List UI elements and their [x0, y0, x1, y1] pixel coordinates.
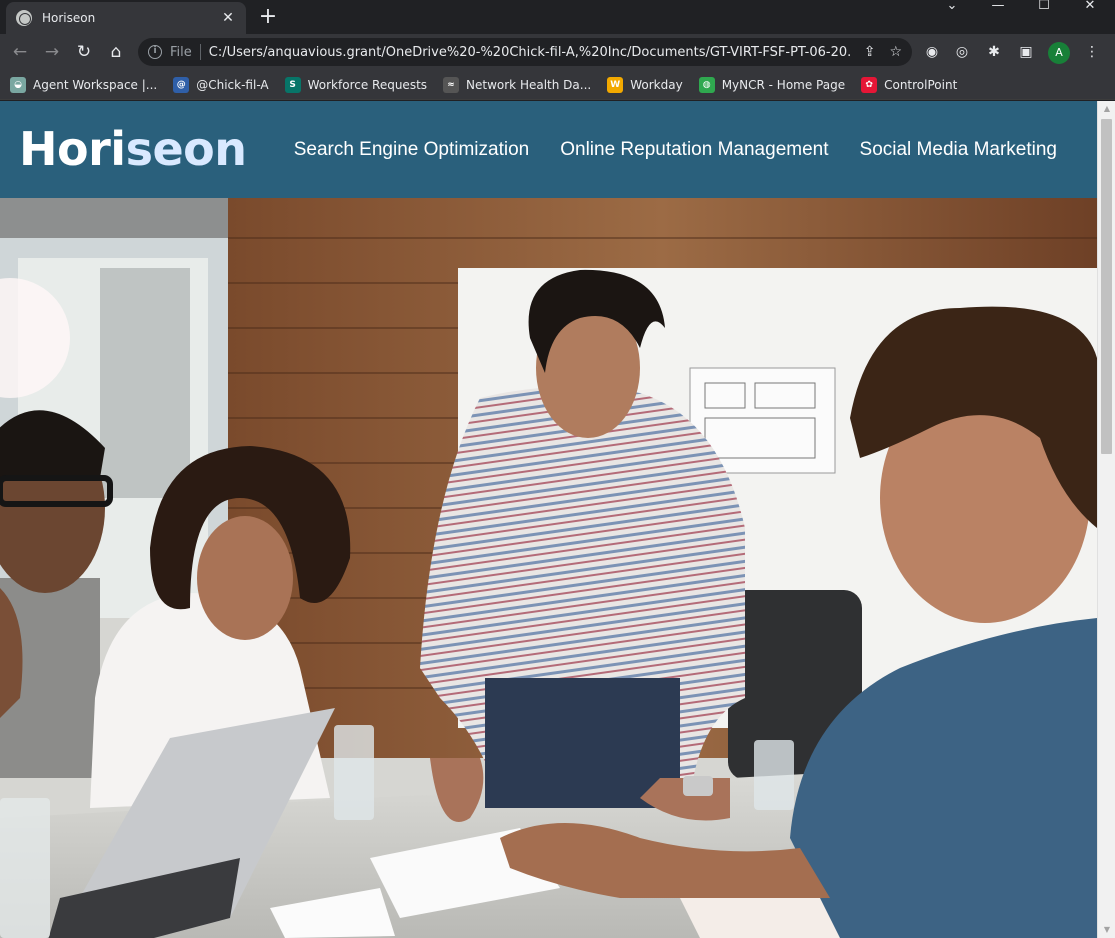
- extensions-puzzle-icon[interactable]: ✱: [984, 42, 1004, 62]
- scroll-down-icon[interactable]: ▼: [1098, 922, 1115, 938]
- bookmark-label: Workday: [630, 77, 683, 92]
- browser-toolbar: ← → ↻ ⌂ i File C:/Users/anquavious.grant…: [0, 34, 1115, 70]
- bookmark-star-icon[interactable]: ☆: [889, 44, 902, 60]
- myncr-icon: ◍: [698, 76, 715, 93]
- close-tab-icon[interactable]: ✕: [220, 10, 236, 26]
- forward-icon[interactable]: →: [40, 40, 64, 64]
- scheme-label: File: [170, 44, 192, 60]
- page-viewport: Horiseon Search Engine Optimization Onli…: [0, 101, 1097, 938]
- browser-tab[interactable]: Horiseon ✕: [6, 2, 246, 34]
- tab-search-icon[interactable]: ⌄: [930, 0, 974, 14]
- close-window-icon[interactable]: ✕: [1068, 0, 1112, 14]
- site-nav: Search Engine Optimization Online Reputa…: [263, 138, 1057, 162]
- scrollbar-thumb[interactable]: [1101, 119, 1112, 454]
- omnibox-divider: [199, 44, 201, 60]
- site-logo: Horiseon: [19, 121, 247, 177]
- home-icon[interactable]: ⌂: [104, 40, 128, 64]
- tab-strip: Horiseon ✕ + ⌄ — ☐ ✕: [0, 0, 1115, 34]
- at-icon: @: [173, 76, 190, 93]
- water-glass: [334, 725, 374, 820]
- nav-link-seo[interactable]: Search Engine Optimization: [294, 138, 530, 162]
- extension-glasses-icon[interactable]: ◎: [952, 42, 972, 62]
- globe-icon: [16, 10, 32, 26]
- nav-link-reputation[interactable]: Online Reputation Management: [560, 138, 828, 162]
- bookmark-item[interactable]: S Workforce Requests: [284, 76, 428, 93]
- menu-kebab-icon[interactable]: ⋮: [1082, 42, 1102, 62]
- bookmark-label: Workforce Requests: [307, 77, 428, 92]
- nav-link-social-media[interactable]: Social Media Marketing: [860, 138, 1057, 162]
- logo-part-2: seon: [125, 122, 247, 176]
- bookmarks-bar: ◒ Agent Workspace |... @ @Chick-fil-A S Workf…: [0, 70, 1115, 100]
- scroll-up-icon[interactable]: ▲: [1098, 101, 1115, 117]
- page-scrollbar[interactable]: ▲ ▼: [1097, 101, 1115, 938]
- sharepoint-icon: S: [284, 76, 301, 93]
- tab-title: Horiseon: [42, 11, 96, 25]
- profile-avatar[interactable]: A: [1048, 42, 1070, 64]
- share-icon[interactable]: ⇪: [864, 44, 876, 60]
- maximize-icon[interactable]: ☐: [1022, 0, 1066, 14]
- hero-illustration: [0, 198, 1097, 938]
- hero-image: [0, 198, 1097, 938]
- minimize-icon[interactable]: —: [976, 0, 1020, 14]
- url-text[interactable]: C:/Users/anquavious.grant/OneDrive%20-%2…: [209, 45, 850, 60]
- bookmark-item[interactable]: W Workday: [607, 76, 683, 93]
- bookmark-item[interactable]: ◒ Agent Workspace |...: [10, 76, 158, 93]
- reload-icon[interactable]: ↻: [72, 40, 96, 64]
- network-health-icon: ≈: [443, 76, 460, 93]
- bookmark-label: MyNCR - Home Page: [721, 77, 846, 92]
- site-info-icon[interactable]: i: [148, 45, 162, 59]
- chick-fil-a-icon: ✿: [861, 76, 878, 93]
- side-panel-icon[interactable]: ▣: [1016, 42, 1036, 62]
- new-tab-button[interactable]: +: [256, 4, 280, 30]
- bookmark-item[interactable]: ◍ MyNCR - Home Page: [698, 76, 846, 93]
- bookmark-item[interactable]: ✿ ControlPoint: [861, 76, 958, 93]
- bookmark-item[interactable]: ≈ Network Health Da...: [443, 76, 592, 93]
- workday-icon: W: [607, 76, 624, 93]
- logo-part-1: Hori: [19, 122, 126, 176]
- bookmark-label: Network Health Da...: [466, 77, 592, 92]
- bookmark-label: Agent Workspace |...: [33, 77, 158, 92]
- bookmark-item[interactable]: @ @Chick-fil-A: [173, 76, 269, 93]
- bookmark-label: @Chick-fil-A: [196, 77, 269, 92]
- extension-icon[interactable]: ◉: [922, 42, 942, 62]
- bookmark-label: ControlPoint: [884, 77, 958, 92]
- site-header: Horiseon Search Engine Optimization Onli…: [0, 101, 1097, 198]
- address-bar[interactable]: i File C:/Users/anquavious.grant/OneDriv…: [138, 38, 912, 66]
- person-left: [0, 410, 113, 778]
- back-icon[interactable]: ←: [8, 40, 32, 64]
- agent-workspace-icon: ◒: [10, 76, 26, 93]
